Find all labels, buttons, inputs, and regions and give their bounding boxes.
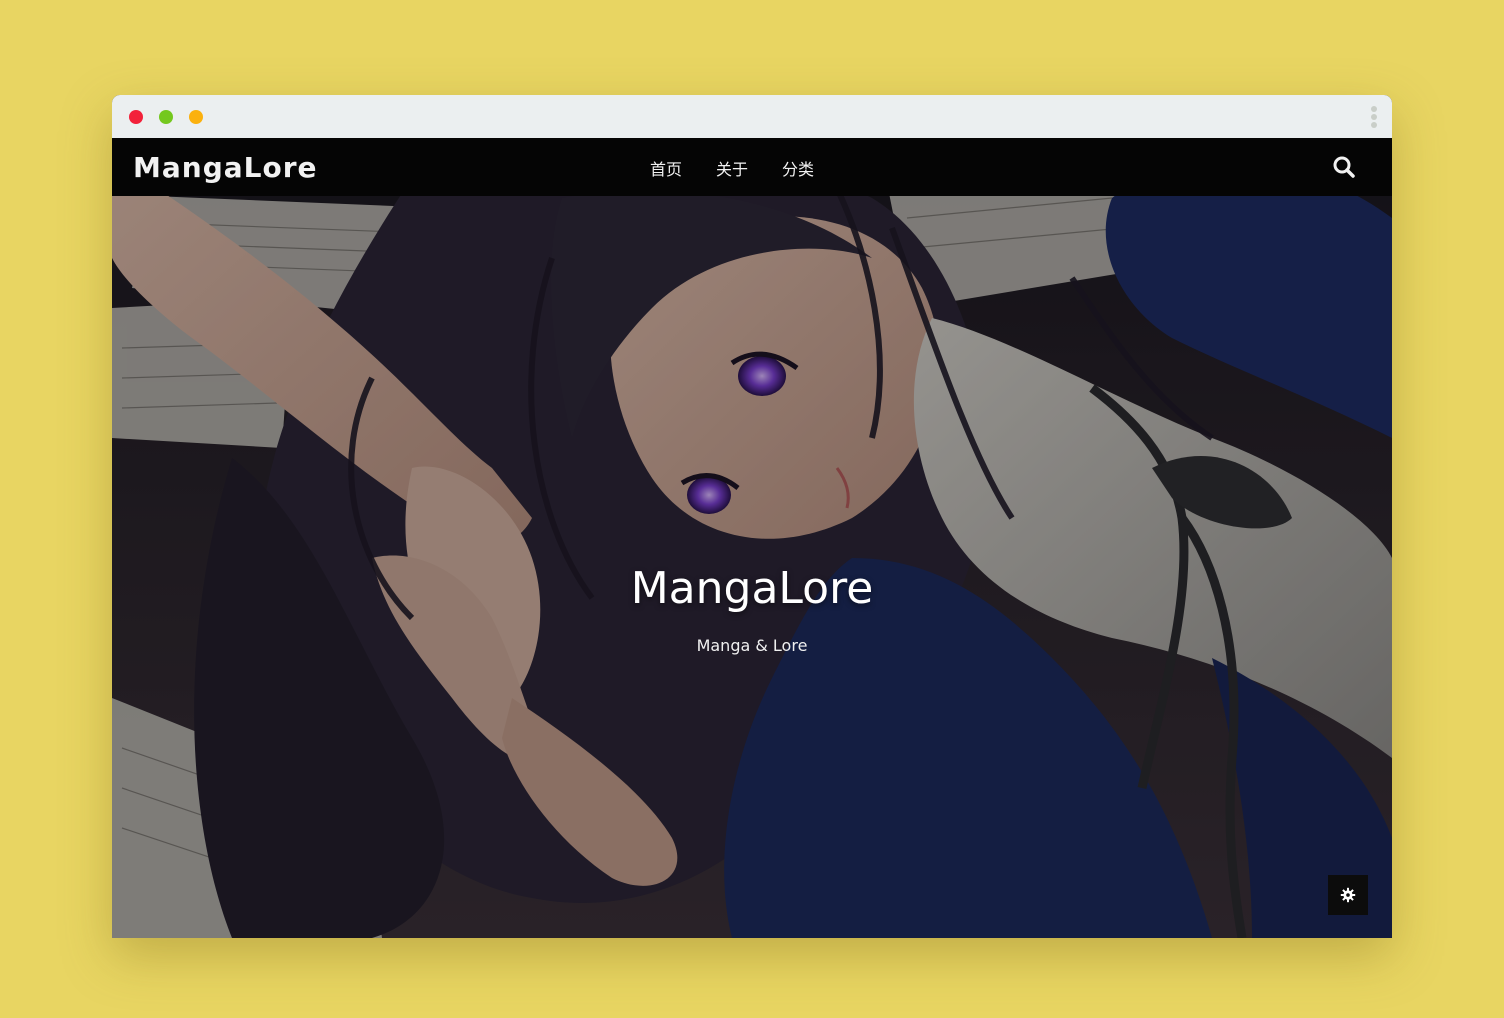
hero-title: MangaLore	[630, 563, 874, 614]
main-nav: 首页 关于 分类	[650, 156, 814, 180]
nav-link-categories[interactable]: 分类	[782, 156, 814, 180]
nav-link-about[interactable]: 关于	[716, 156, 748, 180]
hero-text-block: MangaLore Manga & Lore	[112, 563, 1392, 655]
kebab-icon[interactable]	[1368, 104, 1380, 130]
maximize-window-button[interactable]	[189, 110, 203, 124]
settings-button[interactable]	[1328, 875, 1368, 915]
site-brand-logo[interactable]: MangaLore	[133, 151, 318, 184]
minimize-window-button[interactable]	[159, 110, 173, 124]
nav-link-home[interactable]: 首页	[650, 156, 682, 180]
gear-icon	[1340, 887, 1356, 903]
top-navbar: MangaLore 首页 关于 分类	[112, 138, 1392, 196]
browser-window: MangaLore 首页 关于 分类 MangaLore Manga & Lor…	[112, 95, 1392, 938]
search-icon[interactable]	[1332, 155, 1356, 179]
hero-section: MangaLore 首页 关于 分类 MangaLore Manga & Lor…	[112, 138, 1392, 938]
close-window-button[interactable]	[129, 110, 143, 124]
hero-dim-overlay	[112, 138, 1392, 938]
window-titlebar	[112, 95, 1392, 138]
hero-subtitle: Manga & Lore	[696, 636, 808, 655]
